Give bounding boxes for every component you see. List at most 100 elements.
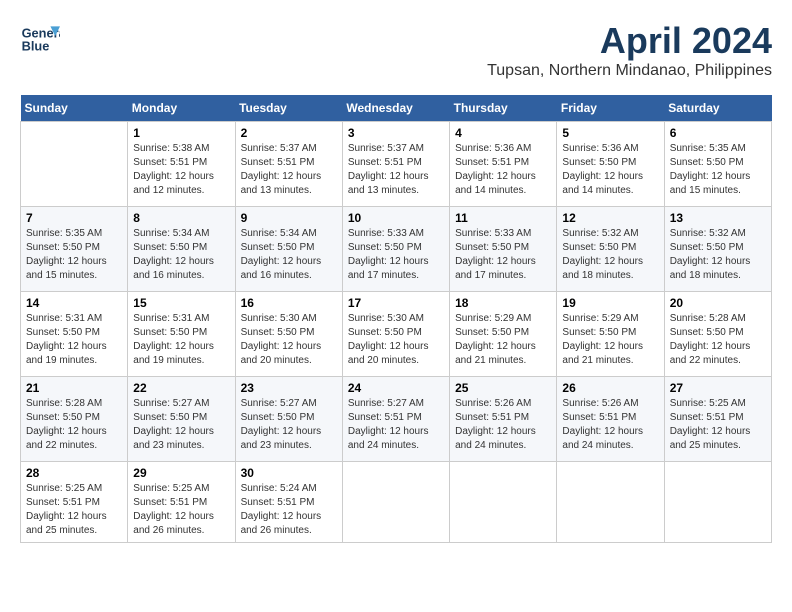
day-info: Sunrise: 5:27 AM Sunset: 5:50 PM Dayligh… [133, 397, 229, 453]
day-of-week-header: Friday [557, 95, 664, 122]
day-number: 24 [348, 381, 444, 395]
day-info: Sunrise: 5:27 AM Sunset: 5:50 PM Dayligh… [241, 397, 337, 453]
logo-icon: General Blue [20, 20, 60, 60]
calendar-cell: 26 Sunrise: 5:26 AM Sunset: 5:51 PM Dayli… [557, 377, 664, 462]
calendar-cell: 7 Sunrise: 5:35 AM Sunset: 5:50 PM Daylig… [21, 207, 128, 292]
day-info: Sunrise: 5:32 AM Sunset: 5:50 PM Dayligh… [670, 227, 766, 283]
day-number: 8 [133, 211, 229, 225]
calendar-week-row: 14Sunrise: 5:31 AM Sunset: 5:50 PM Dayli… [21, 292, 772, 377]
calendar-cell: 16 Sunrise: 5:30 AM Sunset: 5:50 PM Dayli… [235, 292, 342, 377]
day-info: Sunrise: 5:35 AM Sunset: 5:50 PM Dayligh… [26, 227, 122, 283]
calendar-cell: 1Sunrise: 5:38 AM Sunset: 5:51 PM Daylig… [128, 122, 235, 207]
day-info: Sunrise: 5:26 AM Sunset: 5:51 PM Dayligh… [455, 397, 551, 453]
calendar-cell [557, 462, 664, 543]
calendar-cell [21, 122, 128, 207]
day-number: 29 [133, 466, 229, 480]
day-info: Sunrise: 5:31 AM Sunset: 5:50 PM Dayligh… [133, 312, 229, 368]
day-info: Sunrise: 5:31 AM Sunset: 5:50 PM Dayligh… [26, 312, 122, 368]
day-number: 9 [241, 211, 337, 225]
day-info: Sunrise: 5:36 AM Sunset: 5:51 PM Dayligh… [455, 142, 551, 198]
day-number: 5 [562, 126, 658, 140]
logo: General Blue [20, 20, 60, 60]
calendar-cell: 29 Sunrise: 5:25 AM Sunset: 5:51 PM Dayli… [128, 462, 235, 543]
day-number: 23 [241, 381, 337, 395]
day-number: 12 [562, 211, 658, 225]
day-number: 18 [455, 296, 551, 310]
day-info: Sunrise: 5:37 AM Sunset: 5:51 PM Dayligh… [241, 142, 337, 198]
day-number: 10 [348, 211, 444, 225]
calendar-week-row: 28 Sunrise: 5:25 AM Sunset: 5:51 PM Dayli… [21, 462, 772, 543]
day-number: 20 [670, 296, 766, 310]
calendar-week-row: 21Sunrise: 5:28 AM Sunset: 5:50 PM Dayli… [21, 377, 772, 462]
calendar-week-row: 1Sunrise: 5:38 AM Sunset: 5:51 PM Daylig… [21, 122, 772, 207]
day-number: 27 [670, 381, 766, 395]
calendar-cell: 18Sunrise: 5:29 AM Sunset: 5:50 PM Dayli… [450, 292, 557, 377]
calendar-cell: 19 Sunrise: 5:29 AM Sunset: 5:50 PM Dayli… [557, 292, 664, 377]
calendar-cell: 23 Sunrise: 5:27 AM Sunset: 5:50 PM Dayli… [235, 377, 342, 462]
day-number: 28 [26, 466, 122, 480]
day-number: 19 [562, 296, 658, 310]
day-info: Sunrise: 5:30 AM Sunset: 5:50 PM Dayligh… [348, 312, 444, 368]
day-of-week-header: Saturday [664, 95, 771, 122]
day-number: 26 [562, 381, 658, 395]
day-info: Sunrise: 5:24 AM Sunset: 5:51 PM Dayligh… [241, 482, 337, 538]
calendar-cell: 11 Sunrise: 5:33 AM Sunset: 5:50 PM Dayli… [450, 207, 557, 292]
page-header: General Blue April 2024 Tupsan, Northern… [20, 20, 772, 80]
day-number: 17 [348, 296, 444, 310]
day-info: Sunrise: 5:32 AM Sunset: 5:50 PM Dayligh… [562, 227, 658, 283]
day-number: 11 [455, 211, 551, 225]
day-of-week-header: Wednesday [342, 95, 449, 122]
calendar-cell: 14Sunrise: 5:31 AM Sunset: 5:50 PM Dayli… [21, 292, 128, 377]
day-number: 25 [455, 381, 551, 395]
calendar-cell: 9 Sunrise: 5:34 AM Sunset: 5:50 PM Daylig… [235, 207, 342, 292]
calendar-cell: 30 Sunrise: 5:24 AM Sunset: 5:51 PM Dayli… [235, 462, 342, 543]
day-number: 3 [348, 126, 444, 140]
calendar-week-row: 7 Sunrise: 5:35 AM Sunset: 5:50 PM Daylig… [21, 207, 772, 292]
day-info: Sunrise: 5:25 AM Sunset: 5:51 PM Dayligh… [670, 397, 766, 453]
calendar-cell [450, 462, 557, 543]
calendar-header-row: SundayMondayTuesdayWednesdayThursdayFrid… [21, 95, 772, 122]
day-number: 15 [133, 296, 229, 310]
day-info: Sunrise: 5:25 AM Sunset: 5:51 PM Dayligh… [133, 482, 229, 538]
day-of-week-header: Monday [128, 95, 235, 122]
calendar-cell: 25 Sunrise: 5:26 AM Sunset: 5:51 PM Dayli… [450, 377, 557, 462]
calendar-cell: 28 Sunrise: 5:25 AM Sunset: 5:51 PM Dayli… [21, 462, 128, 543]
day-info: Sunrise: 5:26 AM Sunset: 5:51 PM Dayligh… [562, 397, 658, 453]
calendar-cell: 24 Sunrise: 5:27 AM Sunset: 5:51 PM Dayli… [342, 377, 449, 462]
day-info: Sunrise: 5:33 AM Sunset: 5:50 PM Dayligh… [348, 227, 444, 283]
day-info: Sunrise: 5:34 AM Sunset: 5:50 PM Dayligh… [241, 227, 337, 283]
day-of-week-header: Tuesday [235, 95, 342, 122]
calendar-cell [664, 462, 771, 543]
calendar-cell: 5 Sunrise: 5:36 AM Sunset: 5:50 PM Daylig… [557, 122, 664, 207]
calendar-cell: 6Sunrise: 5:35 AM Sunset: 5:50 PM Daylig… [664, 122, 771, 207]
calendar-cell: 13Sunrise: 5:32 AM Sunset: 5:50 PM Dayli… [664, 207, 771, 292]
day-info: Sunrise: 5:34 AM Sunset: 5:50 PM Dayligh… [133, 227, 229, 283]
day-number: 7 [26, 211, 122, 225]
calendar-cell: 27 Sunrise: 5:25 AM Sunset: 5:51 PM Dayli… [664, 377, 771, 462]
day-info: Sunrise: 5:30 AM Sunset: 5:50 PM Dayligh… [241, 312, 337, 368]
month-title: April 2024 [487, 20, 772, 62]
calendar-cell: 2Sunrise: 5:37 AM Sunset: 5:51 PM Daylig… [235, 122, 342, 207]
day-info: Sunrise: 5:27 AM Sunset: 5:51 PM Dayligh… [348, 397, 444, 453]
calendar-table: SundayMondayTuesdayWednesdayThursdayFrid… [20, 95, 772, 543]
calendar-cell: 22 Sunrise: 5:27 AM Sunset: 5:50 PM Dayli… [128, 377, 235, 462]
day-of-week-header: Sunday [21, 95, 128, 122]
day-number: 30 [241, 466, 337, 480]
day-info: Sunrise: 5:36 AM Sunset: 5:50 PM Dayligh… [562, 142, 658, 198]
calendar-cell [342, 462, 449, 543]
day-number: 4 [455, 126, 551, 140]
svg-text:Blue: Blue [22, 38, 50, 53]
calendar-cell: 8 Sunrise: 5:34 AM Sunset: 5:50 PM Daylig… [128, 207, 235, 292]
day-info: Sunrise: 5:29 AM Sunset: 5:50 PM Dayligh… [562, 312, 658, 368]
calendar-cell: 20Sunrise: 5:28 AM Sunset: 5:50 PM Dayli… [664, 292, 771, 377]
day-of-week-header: Thursday [450, 95, 557, 122]
day-info: Sunrise: 5:33 AM Sunset: 5:50 PM Dayligh… [455, 227, 551, 283]
day-number: 22 [133, 381, 229, 395]
day-info: Sunrise: 5:25 AM Sunset: 5:51 PM Dayligh… [26, 482, 122, 538]
title-section: April 2024 Tupsan, Northern Mindanao, Ph… [487, 20, 772, 80]
day-number: 16 [241, 296, 337, 310]
calendar-cell: 17 Sunrise: 5:30 AM Sunset: 5:50 PM Dayli… [342, 292, 449, 377]
calendar-cell: 15 Sunrise: 5:31 AM Sunset: 5:50 PM Dayli… [128, 292, 235, 377]
location-title: Tupsan, Northern Mindanao, Philippines [487, 62, 772, 80]
calendar-cell: 12 Sunrise: 5:32 AM Sunset: 5:50 PM Dayli… [557, 207, 664, 292]
